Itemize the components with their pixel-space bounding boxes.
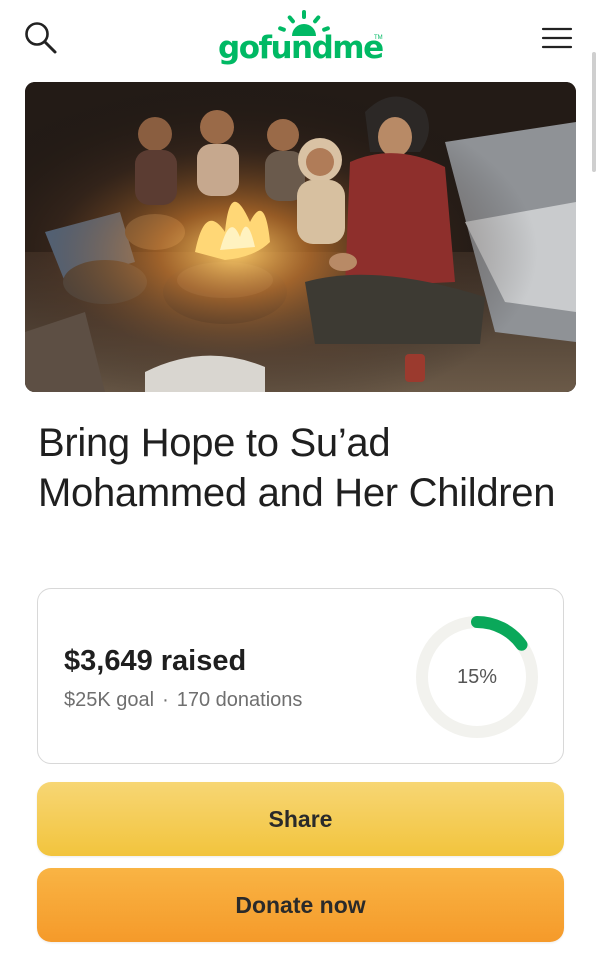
hamburger-menu-icon — [541, 27, 573, 49]
share-button[interactable]: Share — [37, 782, 564, 856]
separator-dot: · — [162, 689, 169, 711]
page-scrollbar[interactable] — [592, 52, 596, 172]
donate-now-button[interactable]: Donate now — [37, 868, 564, 942]
amount-raised: $3,649 raised — [64, 645, 246, 678]
campaign-photo — [25, 82, 576, 392]
goal-amount: $25K goal — [64, 689, 155, 711]
campaign-title: Bring Hope to Su’ad Mohammed and Her Chi… — [38, 421, 556, 515]
raised-amount-value: $3,649 — [64, 645, 153, 677]
raised-label: raised — [152, 645, 247, 677]
menu-button[interactable] — [540, 22, 574, 54]
fundraising-progress-card: $3,649 raised $25K goal · 170 donations 15… — [37, 588, 564, 764]
donation-count: 170 donations — [176, 689, 303, 711]
search-icon — [25, 22, 57, 54]
gofundme-logo[interactable]: gofundme TM — [214, 8, 390, 70]
logo-wordmark: gofundme — [218, 30, 384, 66]
goal-and-donations: $25K goal · 170 donations — [64, 689, 302, 712]
campaign-hero-image — [25, 82, 576, 392]
search-button[interactable] — [22, 19, 60, 57]
top-nav-bar: gofundme TM — [0, 0, 601, 80]
progress-percent: 15% — [456, 665, 498, 688]
logo-trademark: TM — [374, 35, 383, 41]
